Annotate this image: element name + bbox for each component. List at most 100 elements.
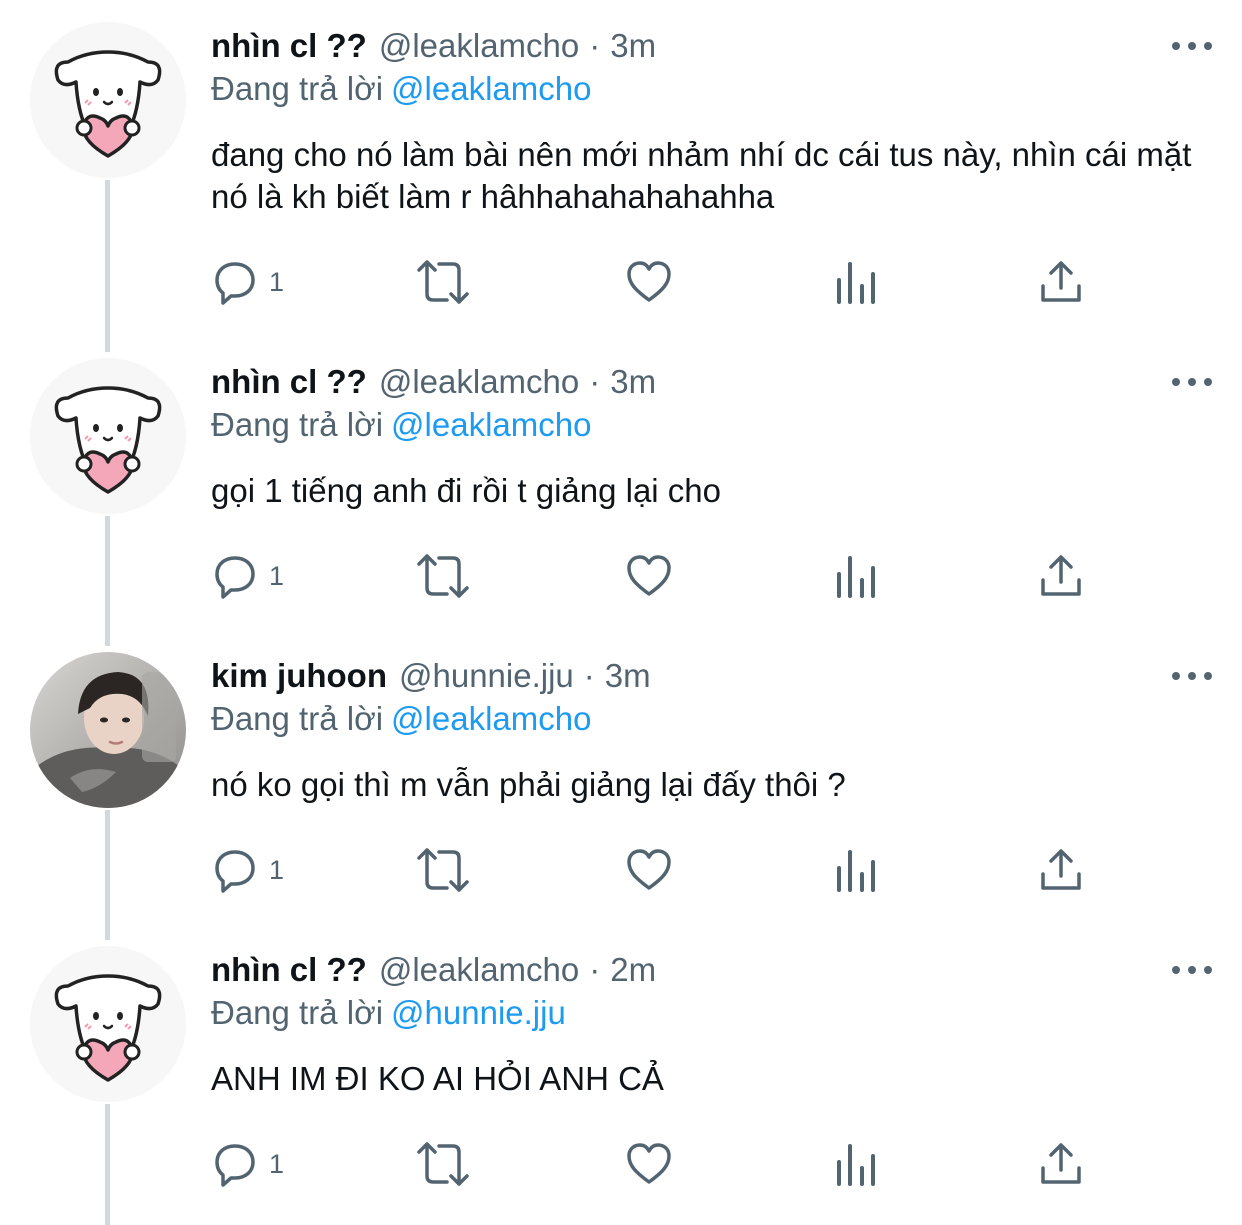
tweet[interactable]: kim juhoon @hunnie.jju · 3m Đang trả lời… xyxy=(0,652,1242,942)
views-chart-icon xyxy=(837,1144,875,1186)
tweet-text: nó ko gọi thì m vẫn phải giảng lại đấy t… xyxy=(211,766,846,803)
dog-avatar-icon xyxy=(30,358,186,514)
more-dot xyxy=(1188,378,1196,386)
views-chart-icon xyxy=(837,262,875,304)
reply-count: 1 xyxy=(269,1148,285,1179)
reply-button[interactable]: 1 xyxy=(211,548,284,604)
thread-line xyxy=(105,810,110,940)
reply-bubble-icon xyxy=(215,556,255,599)
tweet-actions: 1 xyxy=(211,254,1111,310)
retweet-button[interactable] xyxy=(415,548,471,604)
more-dots-icon xyxy=(1172,378,1180,386)
retweet-icon xyxy=(417,848,469,892)
retweet-button[interactable] xyxy=(415,1136,471,1192)
replying-label: Đang trả lời xyxy=(211,994,384,1031)
username[interactable]: @leaklamcho xyxy=(379,363,579,401)
tweet-actions: 1 xyxy=(211,1136,1111,1192)
like-button[interactable] xyxy=(625,842,673,898)
reply-bubble-icon xyxy=(215,850,255,893)
more-dot xyxy=(1188,42,1196,50)
more-dots-icon xyxy=(1172,42,1180,50)
display-name[interactable]: nhìn cl ?? xyxy=(211,27,367,65)
replying-mention-link[interactable]: @leaklamcho xyxy=(391,406,591,443)
username[interactable]: @leaklamcho xyxy=(379,951,579,989)
like-button[interactable] xyxy=(625,1136,673,1192)
replying-to: Đang trả lời @leaklamcho xyxy=(211,406,591,444)
replying-mention-link[interactable]: @hunnie.jju xyxy=(391,994,566,1031)
more-options-button[interactable] xyxy=(1172,960,1212,980)
reply-button[interactable]: 1 xyxy=(211,1136,284,1192)
dog-avatar-icon xyxy=(30,22,186,178)
reply-thread: nhìn cl ?? @leaklamcho · 3m Đang trả lời… xyxy=(0,0,1242,1225)
share-button[interactable] xyxy=(1039,1136,1083,1192)
avatar[interactable] xyxy=(30,652,186,808)
reply-button[interactable]: 1 xyxy=(211,254,284,310)
like-button[interactable] xyxy=(625,548,673,604)
reply-button[interactable]: 1 xyxy=(211,842,284,898)
tweet[interactable]: nhìn cl ?? @leaklamcho · 3m Đang trả lời… xyxy=(0,22,1242,352)
username[interactable]: @leaklamcho xyxy=(379,27,579,65)
avatar[interactable] xyxy=(30,358,186,514)
reply-bubble-icon xyxy=(215,1144,255,1187)
replying-to: Đang trả lời @leaklamcho xyxy=(211,70,591,108)
thread-line xyxy=(105,1104,110,1225)
share-icon xyxy=(1041,261,1081,302)
avatar[interactable] xyxy=(30,946,186,1102)
views-chart-icon xyxy=(837,556,875,598)
tweet-header: nhìn cl ?? @leaklamcho · 2m xyxy=(211,946,656,994)
share-icon xyxy=(1041,849,1081,890)
separator-dot: · xyxy=(589,27,601,64)
tweet[interactable]: nhìn cl ?? @leaklamcho · 3m Đang trả lời… xyxy=(0,358,1242,648)
timestamp[interactable]: 3m xyxy=(605,657,651,695)
retweet-button[interactable] xyxy=(415,254,471,310)
display-name[interactable]: nhìn cl ?? xyxy=(211,951,367,989)
tweet-actions: 1 xyxy=(211,548,1111,604)
retweet-icon xyxy=(417,554,469,598)
more-dot xyxy=(1204,672,1212,680)
heart-icon xyxy=(627,261,671,302)
username[interactable]: @hunnie.jju xyxy=(399,657,574,695)
retweet-icon xyxy=(417,260,469,304)
heart-icon xyxy=(627,1143,671,1184)
thread-line xyxy=(105,180,110,352)
retweet-button[interactable] xyxy=(415,842,471,898)
heart-icon xyxy=(627,849,671,890)
views-button[interactable] xyxy=(835,548,879,604)
more-options-button[interactable] xyxy=(1172,666,1212,686)
display-name[interactable]: kim juhoon xyxy=(211,657,387,695)
views-chart-icon xyxy=(837,850,875,892)
share-button[interactable] xyxy=(1039,842,1083,898)
views-button[interactable] xyxy=(835,254,879,310)
replying-label: Đang trả lời xyxy=(211,406,384,443)
more-dots-icon xyxy=(1172,966,1180,974)
tweet[interactable]: nhìn cl ?? @leaklamcho · 2m Đang trả lời… xyxy=(0,946,1242,1225)
reply-count: 1 xyxy=(269,854,285,885)
reply-bubble-icon xyxy=(215,262,255,305)
heart-icon xyxy=(627,555,671,596)
timestamp[interactable]: 3m xyxy=(610,27,656,65)
views-button[interactable] xyxy=(835,842,879,898)
reply-count: 1 xyxy=(269,266,285,297)
tweet-actions: 1 xyxy=(211,842,1111,898)
replying-to: Đang trả lời @leaklamcho xyxy=(211,700,591,738)
more-options-button[interactable] xyxy=(1172,36,1212,56)
replying-label: Đang trả lời xyxy=(211,700,384,737)
replying-mention-link[interactable]: @leaklamcho xyxy=(391,700,591,737)
share-button[interactable] xyxy=(1039,254,1083,310)
more-dot xyxy=(1188,966,1196,974)
replying-label: Đang trả lời xyxy=(211,70,384,107)
more-dot xyxy=(1204,42,1212,50)
share-icon xyxy=(1041,1143,1081,1184)
avatar[interactable] xyxy=(30,22,186,178)
replying-mention-link[interactable]: @leaklamcho xyxy=(391,70,591,107)
more-dot xyxy=(1188,672,1196,680)
timestamp[interactable]: 3m xyxy=(610,363,656,401)
dog-avatar-icon xyxy=(30,946,186,1102)
more-options-button[interactable] xyxy=(1172,372,1212,392)
like-button[interactable] xyxy=(625,254,673,310)
more-dot xyxy=(1204,378,1212,386)
timestamp[interactable]: 2m xyxy=(610,951,656,989)
share-button[interactable] xyxy=(1039,548,1083,604)
views-button[interactable] xyxy=(835,1136,879,1192)
display-name[interactable]: nhìn cl ?? xyxy=(211,363,367,401)
